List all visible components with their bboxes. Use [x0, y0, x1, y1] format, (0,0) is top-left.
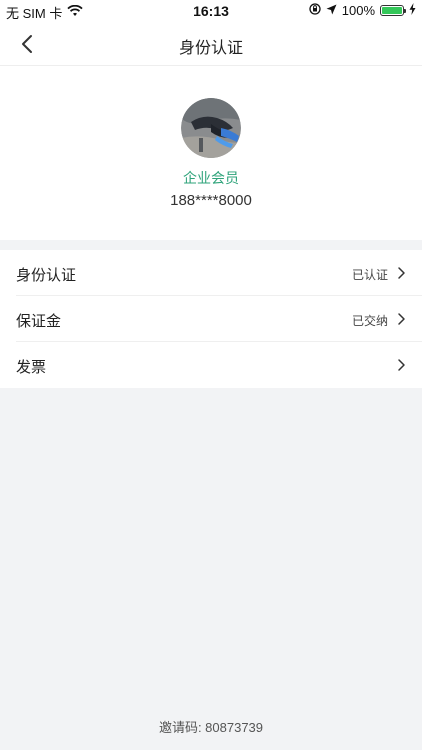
menu-item-label: 保证金 [16, 313, 62, 330]
battery-tip [404, 9, 406, 13]
battery-icon [380, 5, 406, 16]
menu-item-deposit[interactable]: 保证金 已交纳 [0, 296, 422, 342]
chevron-right-icon [398, 267, 405, 279]
menu-item-identity-verification[interactable]: 身份认证 已认证 [0, 250, 422, 296]
menu-item-label: 发票 [16, 359, 47, 376]
navigation-bar: 身份认证 [0, 22, 422, 66]
chevron-right-icon [398, 313, 405, 325]
status-right: 100% [309, 3, 416, 18]
menu-item-status: 已认证 [351, 268, 388, 282]
profile-header: 企业会员 188****8000 [0, 66, 422, 240]
status-bar: 无 SIM 卡 16:13 100% [0, 0, 422, 22]
menu-item-label: 身份认证 [16, 267, 77, 284]
invite-code: 邀请码: 80873739 [158, 720, 264, 735]
avatar[interactable] [181, 98, 241, 158]
member-type-label: 企业会员 [183, 170, 239, 186]
charging-bolt-icon [409, 3, 416, 18]
avatar-photo [181, 98, 241, 158]
phone-number: 188****8000 [170, 192, 252, 209]
battery-level-fill [382, 7, 402, 14]
settings-list: 身份认证 已认证 保证金 已交纳 发票 [0, 250, 422, 388]
orientation-lock-icon [309, 3, 321, 18]
chevron-right-icon [398, 359, 405, 371]
menu-item-status: 已交纳 [351, 314, 388, 328]
page-title: 身份认证 [178, 40, 243, 57]
menu-item-invoice[interactable]: 发票 [0, 342, 422, 388]
location-arrow-icon [326, 3, 337, 18]
battery-percent: 100% [341, 3, 375, 18]
